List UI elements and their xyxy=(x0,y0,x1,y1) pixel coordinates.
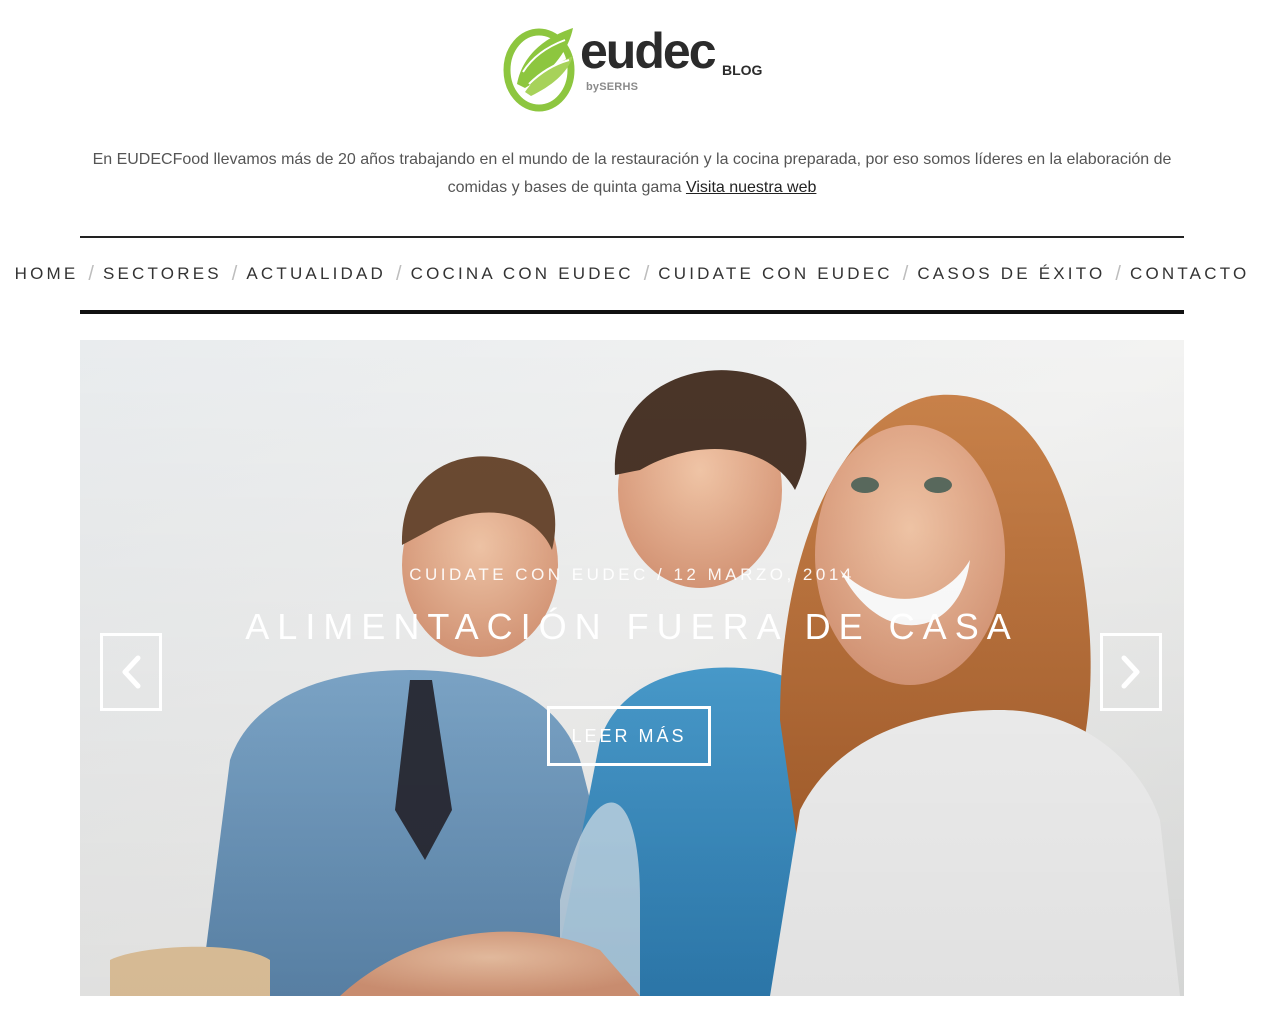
nav-item-sectores[interactable]: SECTORES xyxy=(101,264,224,284)
post-category-date: CUIDATE CON EUDEC / 12 MARZO, 2014 xyxy=(409,565,855,584)
intro-text: En EUDECFood llevamos más de 20 años tra… xyxy=(80,146,1184,202)
nav-separator: / xyxy=(643,262,650,285)
nav-divider-bottom xyxy=(80,310,1184,314)
read-more-button[interactable]: LEER MÁS xyxy=(547,706,711,766)
slider-prev-button[interactable] xyxy=(100,633,162,711)
logo-blog-tag: BLOG xyxy=(722,62,763,78)
nav-separator: / xyxy=(396,262,402,285)
intro-description: En EUDECFood llevamos más de 20 años tra… xyxy=(92,151,1172,196)
hero-slider: CUIDATE CON EUDEC / 12 MARZO, 2014 ALIME… xyxy=(80,340,1184,996)
nav-separator: / xyxy=(231,262,238,285)
nav-separator: / xyxy=(1115,262,1121,285)
logo-byline: bySERHS xyxy=(586,81,639,93)
nav-item-casos-de-exito[interactable]: CASOS DE ÉXITO xyxy=(915,264,1107,284)
nav-separator: / xyxy=(902,262,909,285)
main-navigation: HOME / SECTORES / ACTUALIDAD / COCINA CO… xyxy=(15,238,1247,310)
hero-photo xyxy=(80,340,1184,996)
chevron-right-icon xyxy=(1121,655,1140,689)
page: eudec bySERHS BLOG En EUDECFood llevamos… xyxy=(0,0,1277,1025)
nav-item-contacto[interactable]: CONTACTO xyxy=(1128,264,1251,284)
nav-item-home[interactable]: HOME xyxy=(13,264,81,284)
slider-next-button[interactable] xyxy=(1100,633,1162,711)
post-title[interactable]: ALIMENTACIÓN FUERA DE CASA xyxy=(80,606,1184,648)
visit-website-link[interactable]: Visita nuestra web xyxy=(686,179,816,196)
site-logo[interactable]: eudec bySERHS BLOG xyxy=(500,20,780,115)
eudec-leaf-logo-icon xyxy=(503,28,575,112)
nav-separator: / xyxy=(88,262,94,285)
nav-item-cocina-con-eudec[interactable]: COCINA CON EUDEC xyxy=(409,264,636,284)
logo-wordmark: eudec xyxy=(580,23,717,79)
nav-item-cuidate-con-eudec[interactable]: CUIDATE CON EUDEC xyxy=(656,264,895,284)
chevron-left-icon xyxy=(122,655,141,689)
nav-item-actualidad[interactable]: ACTUALIDAD xyxy=(244,264,388,284)
